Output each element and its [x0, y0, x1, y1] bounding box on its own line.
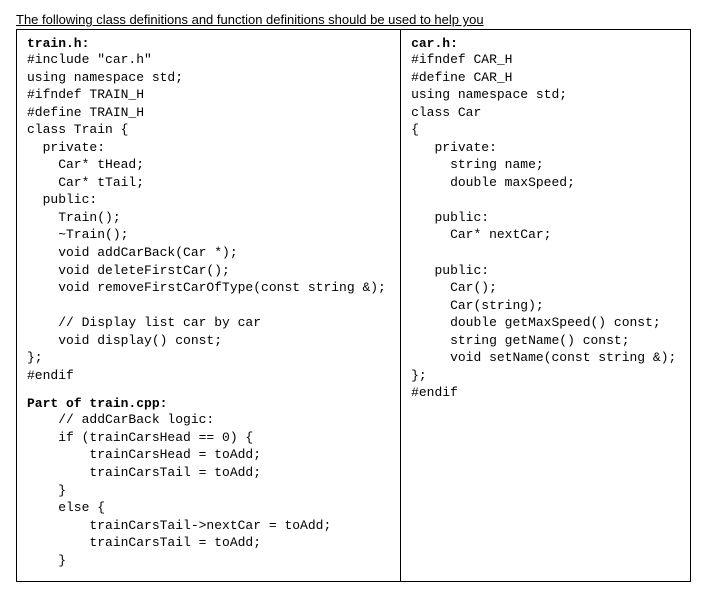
train-h-code: #include "car.h" using namespace std; #i… — [27, 51, 390, 384]
code-table: train.h: #include "car.h" using namespac… — [16, 29, 691, 582]
right-column: car.h: #ifndef CAR_H #define CAR_H using… — [401, 30, 690, 581]
train-cpp-title: Part of train.cpp: — [27, 396, 390, 411]
car-h-title: car.h: — [411, 36, 680, 51]
train-cpp-code: // addCarBack logic: if (trainCarsHead =… — [27, 411, 390, 569]
train-h-title: train.h: — [27, 36, 390, 51]
car-h-code: #ifndef CAR_H #define CAR_H using namesp… — [411, 51, 680, 402]
left-column: train.h: #include "car.h" using namespac… — [17, 30, 401, 581]
instruction-heading: The following class definitions and func… — [10, 10, 697, 29]
